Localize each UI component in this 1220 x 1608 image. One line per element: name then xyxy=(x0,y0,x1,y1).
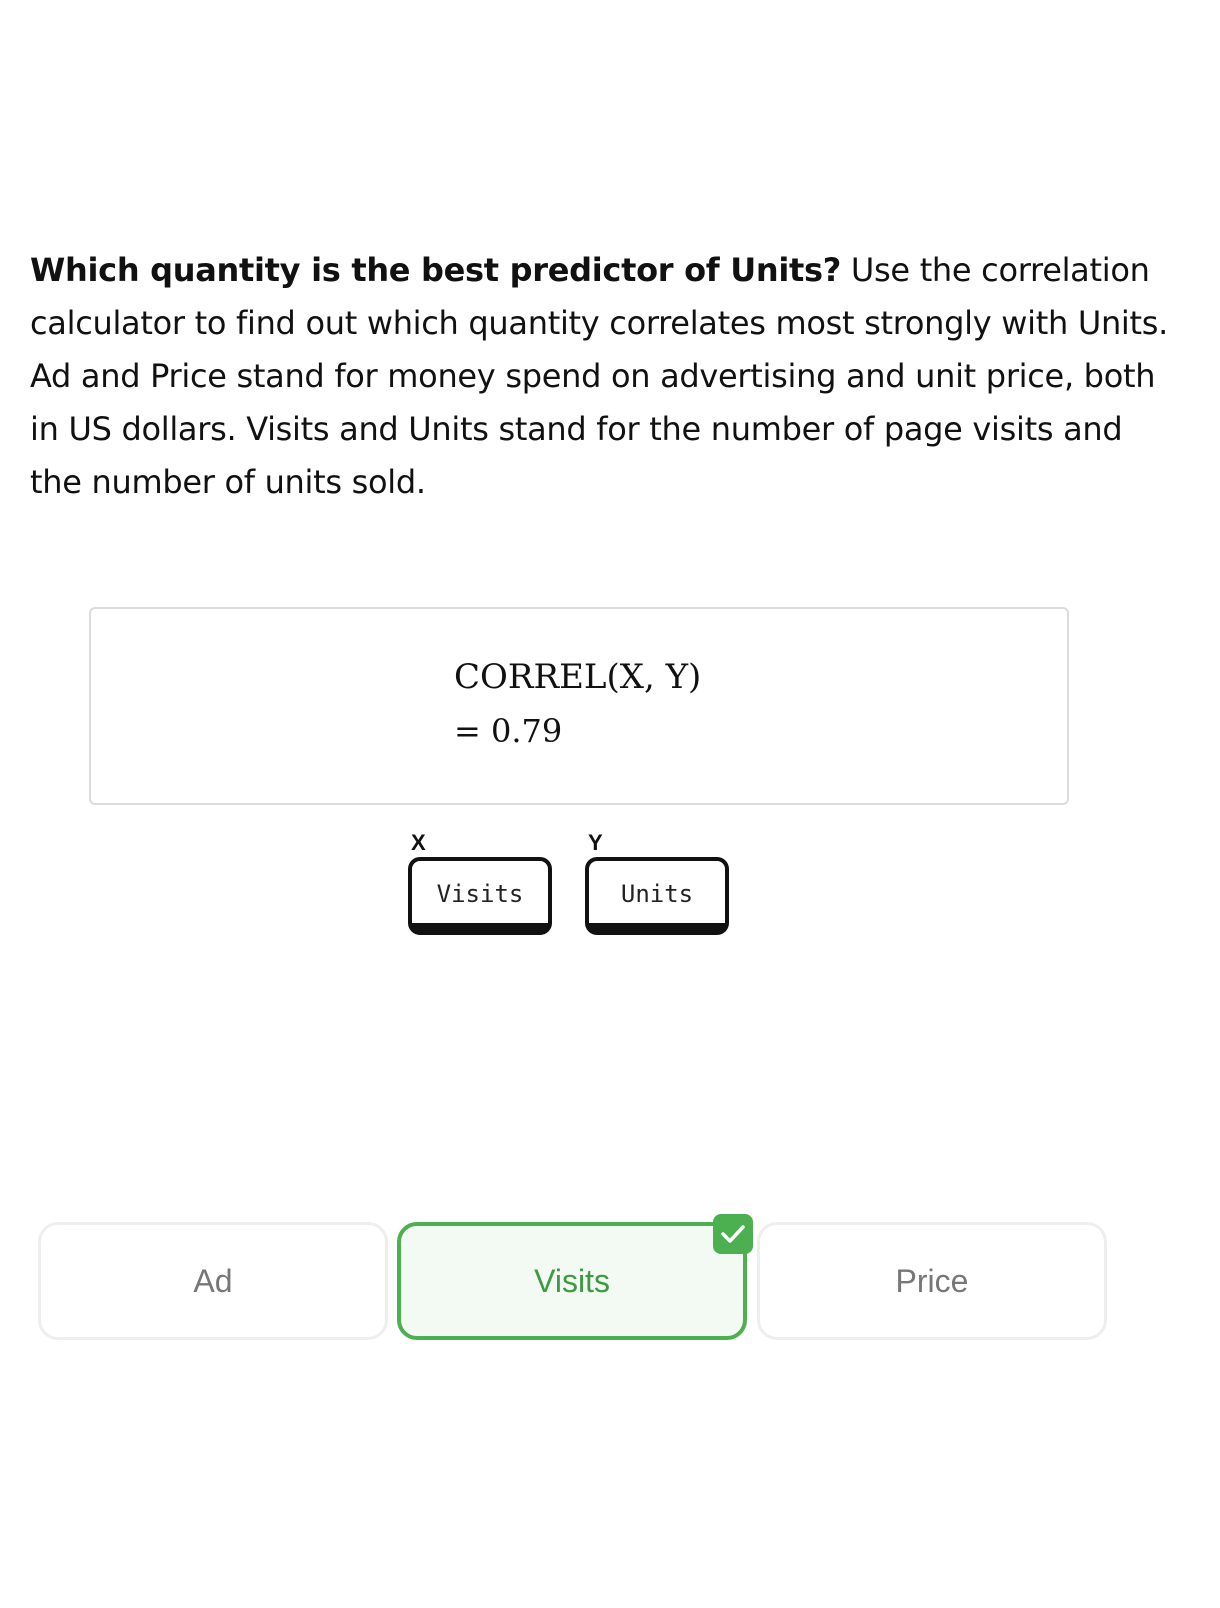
option-ad[interactable]: Ad xyxy=(38,1222,388,1340)
correlation-formula: CORREL(X, Y) = 0.79 xyxy=(454,655,701,753)
checkmark-icon xyxy=(713,1214,753,1254)
formula-result: = 0.79 xyxy=(454,712,563,750)
y-variable-button[interactable]: Units xyxy=(585,857,729,935)
x-variable-label: X xyxy=(411,830,426,855)
option-visits-label: Visits xyxy=(534,1262,610,1299)
x-variable-button[interactable]: Visits xyxy=(408,857,552,935)
question-lead: Which quantity is the best predictor of … xyxy=(30,251,842,289)
question-text: Which quantity is the best predictor of … xyxy=(30,244,1170,509)
option-price-label: Price xyxy=(895,1262,969,1299)
option-visits[interactable]: Visits xyxy=(397,1214,753,1340)
formula-expression: CORREL(X, Y) xyxy=(454,657,702,697)
y-variable-label: Y xyxy=(588,830,603,855)
option-ad-label: Ad xyxy=(193,1262,233,1299)
option-price[interactable]: Price xyxy=(757,1222,1107,1340)
